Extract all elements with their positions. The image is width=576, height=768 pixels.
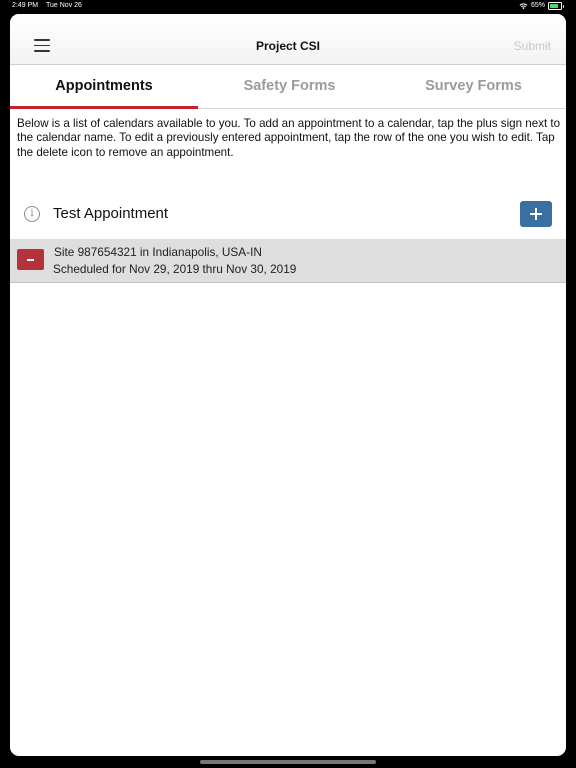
wifi-icon	[519, 3, 528, 10]
submit-button[interactable]: Submit	[514, 39, 551, 53]
status-right: 65%	[519, 0, 564, 12]
active-tab-indicator	[10, 106, 198, 109]
battery-percent: 65%	[530, 2, 545, 9]
status-date: Tue Nov 26	[46, 2, 82, 9]
battery-icon	[548, 2, 564, 10]
info-icon[interactable]: i	[24, 206, 40, 222]
instructions-text: Below is a list of calendars available t…	[17, 117, 561, 159]
calendar-header: i Test Appointment	[10, 198, 566, 232]
status-time: 2:49 PM	[12, 2, 39, 9]
tab-survey-forms[interactable]: Survey Forms	[381, 65, 566, 108]
appointment-row[interactable]: Site 987654321 in Indianapolis, USA-IN S…	[10, 239, 566, 283]
tab-appointments[interactable]: Appointments	[10, 65, 198, 108]
minus-icon	[27, 259, 34, 261]
status-bar: 2:49 PM Tue Nov 26 65%	[0, 0, 576, 14]
calendar-name: Test Appointment	[53, 205, 169, 222]
app-window: Project CSI Submit Appointments Safety F…	[10, 14, 566, 756]
navigation-bar: Project CSI Submit	[10, 14, 566, 65]
page-title: Project CSI	[255, 39, 321, 53]
add-appointment-button[interactable]	[520, 201, 552, 227]
appointment-site: Site 987654321 in Indianapolis, USA-IN	[54, 245, 262, 259]
tab-bar: Appointments Safety Forms Survey Forms	[10, 65, 566, 109]
tab-safety-forms[interactable]: Safety Forms	[198, 65, 381, 108]
home-indicator[interactable]	[200, 760, 376, 764]
appointment-schedule: Scheduled for Nov 29, 2019 thru Nov 30, …	[53, 262, 297, 276]
delete-appointment-button[interactable]	[17, 249, 44, 270]
